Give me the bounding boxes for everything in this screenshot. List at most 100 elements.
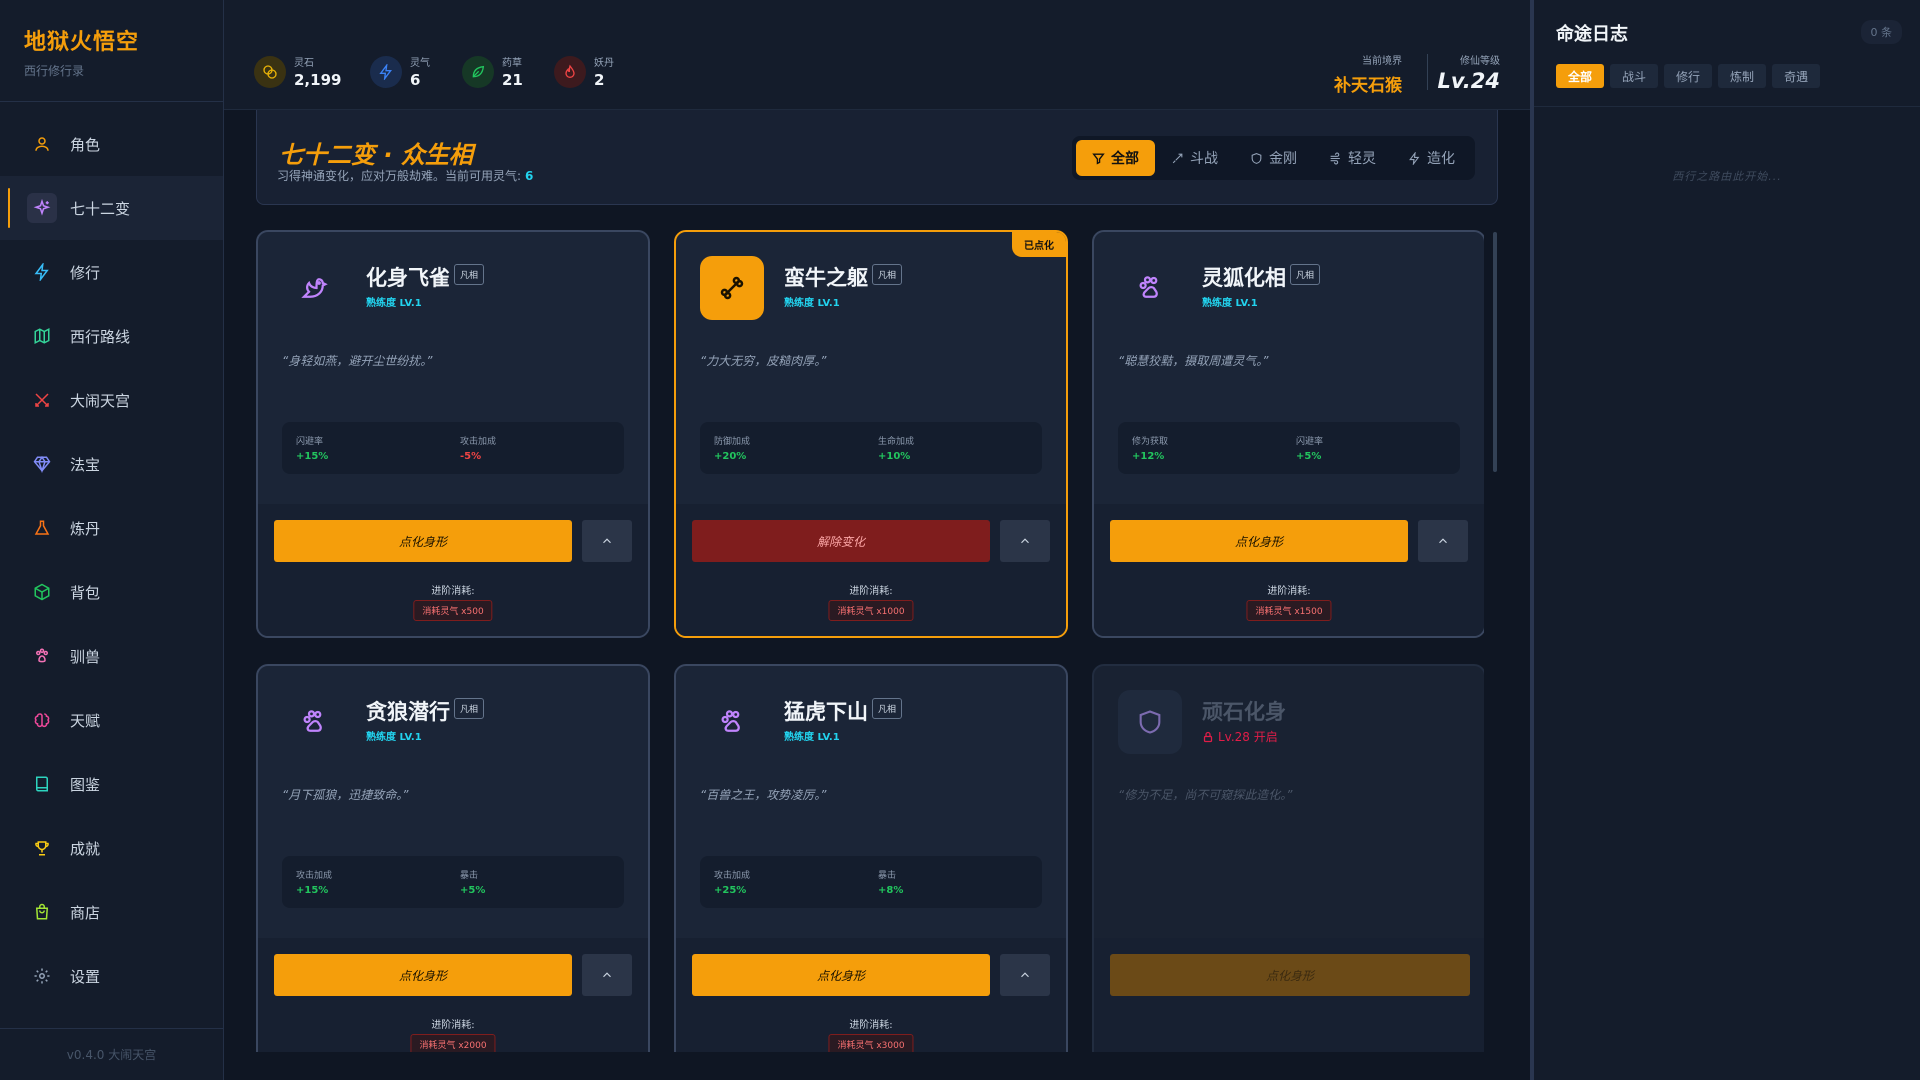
card-description: “力大无穷，皮糙肉厚。” bbox=[700, 354, 827, 368]
card-description: “月下孤狼，迅捷致命。” bbox=[282, 788, 409, 802]
transformation-card[interactable]: 灵狐化相 凡相 熟练度 LV.1 “聪慧狡黠，摄取周遭灵气。” 修为获取 +12%… bbox=[1092, 230, 1484, 638]
wind-icon bbox=[1330, 152, 1340, 164]
sidebar-item-codex[interactable]: 图鉴 bbox=[0, 752, 223, 816]
card-name: 化身飞雀 bbox=[366, 266, 450, 290]
log-tab-combat[interactable]: 战斗 bbox=[1610, 64, 1659, 88]
resource-spirit-stone: 灵石 2,199 bbox=[254, 54, 341, 89]
paw-icon bbox=[1118, 256, 1182, 320]
filter-creation[interactable]: 造化 bbox=[1392, 140, 1471, 176]
filter-group: 全部 斗战 金刚 轻灵 造化 bbox=[1072, 136, 1475, 180]
card-level: 熟练度 LV.1 bbox=[366, 732, 422, 743]
transformation-card[interactable]: 贪狼潜行 凡相 熟练度 LV.1 “月下孤狼，迅捷致命。” 攻击加成 +15% 暴… bbox=[256, 664, 650, 1052]
sidebar-item-character[interactable]: 角色 bbox=[0, 112, 223, 176]
sidebar-item-label: 成就 bbox=[70, 839, 101, 858]
filter-agile[interactable]: 轻灵 bbox=[1313, 140, 1392, 176]
transformation-card-active[interactable]: 已点化 蛮牛之躯 凡相 熟练度 LV.1 “力大无穷，皮糙肉厚。” 防御加成 +2… bbox=[674, 230, 1068, 638]
sidebar-item-achievements[interactable]: 成就 bbox=[0, 816, 223, 880]
upgrade-cost: 消耗灵气 x500 bbox=[413, 600, 493, 621]
level-value: Lv.24 bbox=[1437, 69, 1500, 93]
card-name: 猛虎下山 bbox=[784, 700, 868, 724]
card-description: “修为不足，尚不可窥探此造化。” bbox=[1118, 788, 1293, 802]
sidebar-item-havoc[interactable]: 大闹天宫 bbox=[0, 368, 223, 432]
log-tabs: 全部 战斗 修行 炼制 奇遇 bbox=[1556, 64, 1826, 88]
upgrade-cost-label: 进阶消耗: bbox=[431, 1020, 475, 1031]
transformation-card[interactable]: 化身飞雀 凡相 熟练度 LV.1 “身轻如燕，避开尘世纷扰。” 闪避率 +15% … bbox=[256, 230, 650, 638]
bone-icon bbox=[700, 256, 764, 320]
resource-value: 2,199 bbox=[294, 71, 342, 89]
card-tag: 凡相 bbox=[872, 264, 903, 285]
card-name: 蛮牛之躯 bbox=[784, 266, 868, 290]
transformation-card[interactable]: 猛虎下山 凡相 熟练度 LV.1 “百兽之王，攻势凌厉。” 攻击加成 +25% 暴… bbox=[674, 664, 1068, 1052]
sidebar-item-cultivate[interactable]: 修行 bbox=[0, 240, 223, 304]
sidebar-item-beasts[interactable]: 驯兽 bbox=[0, 624, 223, 688]
sidebar-item-transformations[interactable]: 七十二变 bbox=[0, 176, 223, 240]
resource-herbs: 药草 21 bbox=[462, 54, 523, 89]
paw-icon bbox=[700, 690, 764, 754]
sidebar-item-talents[interactable]: 天赋 bbox=[0, 688, 223, 752]
log-tab-all[interactable]: 全部 bbox=[1556, 64, 1605, 88]
card-level: 熟练度 LV.1 bbox=[784, 298, 840, 309]
upgrade-cost-label: 进阶消耗: bbox=[849, 586, 893, 597]
brain-icon bbox=[32, 710, 52, 730]
sidebar-item-label: 图鉴 bbox=[70, 775, 101, 794]
transform-button[interactable]: 点化身形 bbox=[1110, 520, 1408, 562]
log-tab-craft[interactable]: 炼制 bbox=[1718, 64, 1767, 88]
sword-icon bbox=[1172, 153, 1183, 163]
package-icon bbox=[32, 582, 52, 602]
swords-icon bbox=[32, 390, 52, 410]
card-stats: 攻击加成 +15% 暴击 +5% bbox=[282, 856, 624, 908]
transformation-card-locked: 顽石化身 Lv.28 开启 “修为不足，尚不可窥探此造化。” 点化身形 bbox=[1092, 664, 1484, 1052]
transform-button[interactable]: 点化身形 bbox=[692, 954, 990, 996]
log-tab-cultivate[interactable]: 修行 bbox=[1664, 64, 1713, 88]
gear-icon bbox=[32, 966, 52, 986]
filter-all[interactable]: 全部 bbox=[1076, 140, 1155, 176]
sidebar-item-label: 驯兽 bbox=[70, 647, 101, 666]
sidebar-item-inventory[interactable]: 背包 bbox=[0, 560, 223, 624]
cultivation-level: 修仙等级 Lv.24 bbox=[1437, 56, 1500, 93]
expand-button[interactable] bbox=[582, 520, 632, 562]
expand-button[interactable] bbox=[582, 954, 632, 996]
bird-icon bbox=[282, 256, 346, 320]
sparkles-icon bbox=[27, 193, 57, 223]
chevron-up-icon bbox=[603, 538, 611, 544]
sidebar-item-shop[interactable]: 商店 bbox=[0, 880, 223, 944]
sidebar-item-label: 炼丹 bbox=[70, 519, 101, 538]
page-title: 七十二变 · 众生相 bbox=[279, 141, 473, 169]
card-stats: 攻击加成 +25% 暴击 +8% bbox=[700, 856, 1042, 908]
sidebar-item-journey[interactable]: 西行路线 bbox=[0, 304, 223, 368]
filter-combat[interactable]: 斗战 bbox=[1155, 140, 1234, 176]
card-name: 灵狐化相 bbox=[1202, 266, 1286, 290]
log-tab-encounter[interactable]: 奇遇 bbox=[1772, 64, 1821, 88]
expand-button[interactable] bbox=[1418, 520, 1468, 562]
filter-icon bbox=[1092, 152, 1105, 164]
sidebar-item-artifacts[interactable]: 法宝 bbox=[0, 432, 223, 496]
filter-vajra[interactable]: 金刚 bbox=[1234, 140, 1313, 176]
resource-qi: 灵气 6 bbox=[370, 54, 430, 89]
sidebar-item-label: 大闹天宫 bbox=[70, 391, 131, 410]
expand-button[interactable] bbox=[1000, 954, 1050, 996]
sidebar-item-alchemy[interactable]: 炼丹 bbox=[0, 496, 223, 560]
card-tag: 凡相 bbox=[454, 698, 485, 719]
grid-scrollbar[interactable] bbox=[1493, 232, 1497, 472]
sidebar-item-label: 角色 bbox=[70, 135, 101, 154]
transform-button[interactable]: 点化身形 bbox=[274, 520, 572, 562]
card-name: 贪狼潜行 bbox=[366, 700, 450, 724]
sidebar-item-settings[interactable]: 设置 bbox=[0, 944, 223, 1008]
resource-value: 2 bbox=[594, 71, 605, 89]
chevron-up-icon bbox=[1021, 538, 1029, 544]
realm-value: 补天石猴 bbox=[1334, 76, 1402, 96]
paw-icon bbox=[32, 646, 52, 666]
shop-icon bbox=[32, 902, 52, 922]
expand-button[interactable] bbox=[1000, 520, 1050, 562]
log-empty-message: 西行之路由此开始... bbox=[1672, 170, 1782, 183]
card-stats: 防御加成 +20% 生命加成 +10% bbox=[700, 422, 1042, 474]
chevron-up-icon bbox=[1439, 538, 1447, 544]
card-level: 熟练度 LV.1 bbox=[366, 298, 422, 309]
revert-button[interactable]: 解除变化 bbox=[692, 520, 990, 562]
flask-icon bbox=[32, 518, 52, 538]
chevron-up-icon bbox=[603, 972, 611, 978]
transform-button[interactable]: 点化身形 bbox=[274, 954, 572, 996]
card-name: 顽石化身 bbox=[1202, 700, 1286, 724]
card-tag: 凡相 bbox=[454, 264, 485, 285]
resource-value: 21 bbox=[502, 71, 523, 89]
